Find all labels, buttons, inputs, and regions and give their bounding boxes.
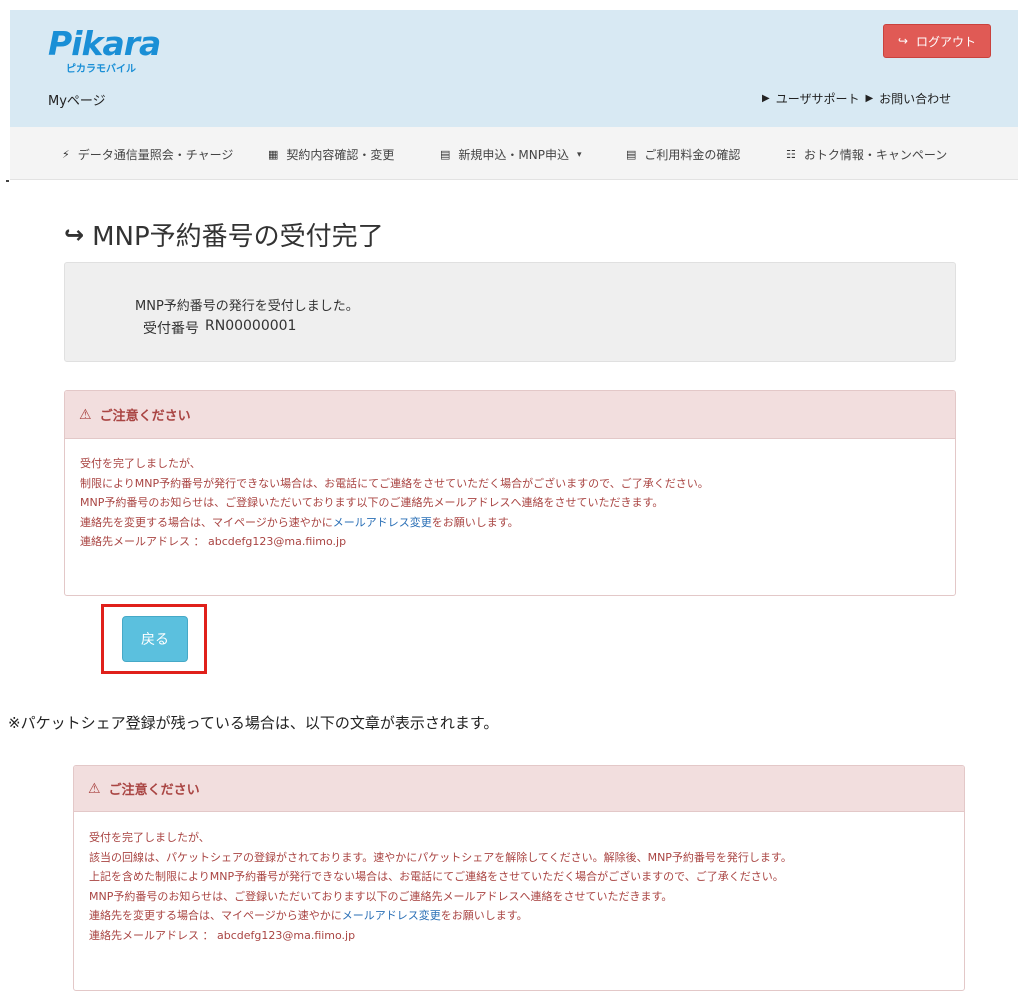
mypage-label: Myページ (48, 94, 106, 109)
logo-subtext: ピカラモバイル (66, 64, 136, 75)
email-change-link[interactable]: メールアドレス変更 (333, 516, 432, 529)
caution-text: をお願いします。 (440, 909, 528, 922)
logout-button[interactable]: ↪ ログアウト (883, 24, 991, 58)
gift-icon: ☷ (786, 148, 796, 161)
caret-down-icon: ▾ (576, 149, 582, 160)
login-icon: ↪ (64, 220, 85, 249)
main-nav: ⚡ データ通信量照会・チャージ ▦ 契約内容確認・変更 ▤ 新規申込・MNP申込… (10, 127, 1018, 180)
nav-item-label: ご利用料金の確認 (644, 148, 741, 162)
list-icon: ▤ (626, 148, 637, 161)
receipt-number-label: 受付番号 (143, 321, 199, 337)
caution-title: ご注意ください (99, 409, 191, 424)
logo-text: Pikara (48, 24, 161, 63)
support-link[interactable]: ユーザサポート (776, 90, 860, 107)
nav-item-label: データ通信量照会・チャージ (77, 148, 234, 162)
caution-text: をお願いします。 (431, 515, 519, 529)
grid-icon: ▦ (268, 148, 279, 161)
caution-body: 受付を完了しましたが、 該当の回線は、パケットシェアの登録がされております。速や… (74, 812, 964, 945)
page-title: ↪ MNP予約番号の受付完了 (64, 216, 384, 253)
caution-email-line: 連絡先メールアドレス ： abcdefg123@ma.fiimo.jp (80, 535, 347, 548)
warning-icon: ⚠ (79, 406, 92, 423)
nav-item-label: おトク情報・キャンペーン (803, 148, 948, 162)
caution-line: MNP予約番号のお知らせは、ご登録いただいております以下のご連絡先メールアドレス… (80, 496, 664, 509)
caution-email-line: 連絡先メールアドレス ： abcdefg123@ma.fiimo.jp (89, 928, 356, 942)
triangle-right-icon: ▶ (865, 93, 874, 104)
caution-panel-packet-share: ⚠ ご注意ください 受付を完了しましたが、 該当の回線は、パケットシェアの登録が… (73, 765, 965, 991)
caution-panel: ⚠ ご注意ください 受付を完了しましたが、 制限によりMNP予約番号が発行できな… (64, 390, 956, 596)
email-change-link[interactable]: メールアドレス変更 (342, 909, 441, 922)
receipt-panel: MNP予約番号の発行を受付しました。 受付番号 RN00000001 (64, 262, 956, 362)
caution-line: 連絡先を変更する場合は、マイページから速やかにメールアドレス変更をお願いします。 (89, 906, 964, 926)
divider-dot (6, 180, 9, 182)
caution-line: 受付を完了しましたが、 (80, 457, 201, 470)
triangle-right-icon: ▶ (762, 93, 770, 104)
caution-line: 上記を含めた制限によりMNP予約番号が発行できない場合は、お電話にてご連絡をさせ… (89, 870, 784, 883)
contact-link[interactable]: お問い合わせ (879, 90, 951, 107)
logout-icon: ↪ (897, 34, 909, 48)
caution-header: ⚠ ご注意ください (65, 391, 955, 439)
caution-line: 制限によりMNP予約番号が発行できない場合は、お電話にてご連絡をさせていただく場… (80, 476, 709, 490)
logout-label: ログアウト (916, 34, 977, 49)
caution-line: 受付を完了しましたが、 (89, 831, 210, 844)
caution-header: ⚠ ご注意ください (74, 766, 964, 812)
nav-item-contract[interactable]: ▦ 契約内容確認・変更 (268, 146, 394, 163)
receipt-message: MNP予約番号の発行を受付しました。 (135, 299, 359, 314)
packet-share-note: ※パケットシェア登録が残っている場合は、以下の文章が表示されます。 (8, 714, 499, 732)
nav-item-billing[interactable]: ▤ ご利用料金の確認 (626, 146, 740, 163)
bolt-icon: ⚡ (62, 148, 70, 161)
caution-body: 受付を完了しましたが、 制限によりMNP予約番号が発行できない場合は、お電話にて… (65, 439, 955, 552)
nav-item-campaign[interactable]: ☷ おトク情報・キャンペーン (786, 146, 947, 163)
nav-item-new-application[interactable]: ▤ 新規申込・MNP申込 ▾ (440, 146, 582, 163)
nav-item-label: 契約内容確認・変更 (286, 148, 395, 162)
caution-line: MNP予約番号のお知らせは、ご登録いただいております以下のご連絡先メールアドレス… (89, 889, 673, 903)
caution-text: 連絡先を変更する場合は、マイページから速やかに (89, 909, 342, 922)
caution-line: 該当の回線は、パケットシェアの登録がされております。速やかにパケットシェアを解除… (89, 850, 792, 864)
back-button[interactable]: 戻る (122, 616, 188, 662)
warning-icon: ⚠ (88, 780, 101, 797)
receipt-number: RN00000001 (205, 318, 297, 334)
receipt-number-row: 受付番号 RN00000001 (143, 318, 296, 338)
header: Pikara ピカラモバイル Myページ ↪ ログアウト ▶ ユーザサポート ▶… (10, 10, 1018, 127)
pikara-logo[interactable]: Pikara ピカラモバイル (48, 24, 161, 76)
page-title-text: MNP予約番号の受付完了 (92, 222, 384, 252)
nav-item-label: 新規申込・MNP申込 (458, 148, 569, 162)
nav-item-data-usage[interactable]: ⚡ データ通信量照会・チャージ (62, 146, 233, 163)
caution-line: 連絡先を変更する場合は、マイページから速やかにメールアドレス変更をお願いします。 (80, 513, 955, 533)
support-links: ▶ ユーザサポート ▶ お問い合わせ (762, 90, 951, 107)
book-icon: ▤ (440, 148, 451, 161)
caution-text: 連絡先を変更する場合は、マイページから速やかに (80, 515, 333, 529)
caution-title: ご注意ください (108, 783, 200, 798)
